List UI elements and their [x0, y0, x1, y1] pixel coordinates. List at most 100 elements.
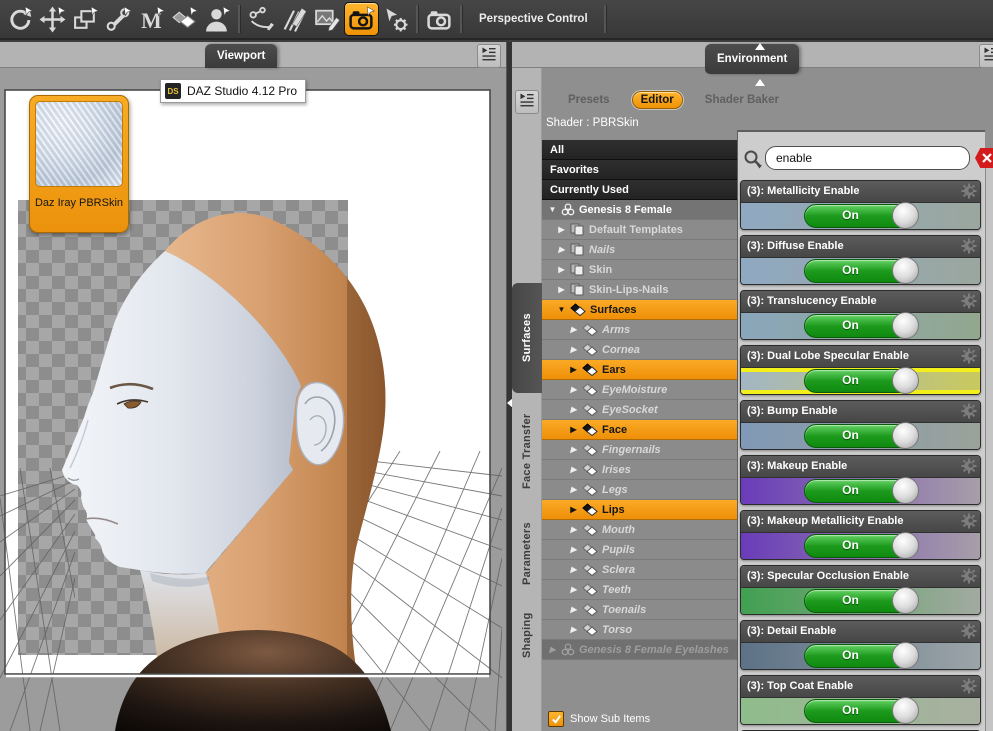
on-off-toggle[interactable]: On — [803, 642, 919, 669]
toggle-knob[interactable] — [891, 367, 919, 394]
tree-row-nails[interactable]: ▶ Nails — [542, 240, 737, 260]
side-tab-surfaces[interactable]: Surfaces — [512, 283, 542, 393]
property-slider-track[interactable]: On — [741, 477, 980, 504]
image-edit-tool-button[interactable] — [311, 3, 344, 35]
toggle-knob[interactable] — [891, 257, 919, 284]
tab-viewport[interactable]: Viewport — [205, 44, 278, 68]
tree-row-face[interactable]: ▶ Face — [542, 420, 737, 440]
collapsed-arrow-icon[interactable]: ▶ — [569, 545, 578, 554]
collapsed-arrow-icon[interactable]: ▶ — [569, 605, 578, 614]
property-slider-track[interactable]: On — [741, 257, 980, 284]
collapsed-arrow-icon[interactable]: ▶ — [548, 645, 557, 654]
tree-row-default-templates[interactable]: ▶ Default Templates — [542, 220, 737, 240]
toggle-knob[interactable] — [891, 202, 919, 229]
tree-row-currently-used[interactable]: Currently Used — [542, 180, 737, 200]
side-tab-shaping[interactable]: Shaping — [515, 602, 539, 669]
tree-row-teeth[interactable]: ▶ Teeth — [542, 580, 737, 600]
gear-icon[interactable] — [961, 678, 977, 694]
on-off-toggle[interactable]: On — [803, 312, 919, 339]
tree-row-eyesocket[interactable]: ▶ EyeSocket — [542, 400, 737, 420]
tree-row-skin-lips-nails[interactable]: ▶ Skin-Lips-Nails — [542, 280, 737, 300]
tree-row-toenails[interactable]: ▶ Toenails — [542, 600, 737, 620]
toggle-knob[interactable] — [891, 532, 919, 559]
gear-icon[interactable] — [961, 513, 977, 529]
figure-tool-button[interactable] — [201, 3, 234, 35]
shader-preset-card[interactable]: Daz Iray PBRSkin — [29, 95, 129, 233]
gear-icon[interactable] — [961, 348, 977, 364]
translate-tool-button[interactable] — [36, 3, 69, 35]
properties-scrollbar[interactable] — [985, 156, 993, 731]
property-slider-track[interactable]: On — [741, 697, 980, 724]
search-filter-icon[interactable] — [742, 148, 764, 170]
property-slider-track[interactable]: On — [741, 367, 980, 394]
on-off-toggle[interactable]: On — [803, 587, 919, 614]
scale-tool-button[interactable] — [69, 3, 102, 35]
tree-row-arms[interactable]: ▶ Arms — [542, 320, 737, 340]
collapsed-arrow-icon[interactable]: ▶ — [557, 285, 566, 294]
toggle-knob[interactable] — [891, 477, 919, 504]
collapsed-arrow-icon[interactable]: ▶ — [569, 465, 578, 474]
collapsed-arrow-icon[interactable]: ▶ — [557, 225, 566, 234]
surfaces-panel-menu-button[interactable] — [515, 90, 539, 114]
on-off-toggle[interactable]: On — [803, 367, 919, 394]
gear-icon[interactable] — [961, 183, 977, 199]
on-off-toggle[interactable]: On — [803, 532, 919, 559]
tree-row-pupils[interactable]: ▶ Pupils — [542, 540, 737, 560]
collapsed-arrow-icon[interactable]: ▶ — [569, 365, 578, 374]
toggle-knob[interactable] — [891, 422, 919, 449]
environment-panel-menu-button[interactable] — [979, 44, 993, 68]
on-off-toggle[interactable]: On — [803, 477, 919, 504]
camera-tool-button[interactable] — [423, 3, 456, 35]
tree-row-torso[interactable]: ▶ Torso — [542, 620, 737, 640]
tree-row-lips[interactable]: ▶ Lips — [542, 500, 737, 520]
rotate-tool-button[interactable] — [3, 3, 36, 35]
pointer-gear-tool-button[interactable] — [379, 3, 412, 35]
collapsed-arrow-icon[interactable]: ▶ — [569, 405, 578, 414]
tab-environment[interactable]: Environment — [705, 44, 800, 74]
tab-editor[interactable]: Editor — [631, 91, 683, 109]
tab-shader-baker[interactable]: Shader Baker — [697, 92, 787, 108]
tree-row-sclera[interactable]: ▶ Sclera — [542, 560, 737, 580]
on-off-toggle[interactable]: On — [803, 202, 919, 229]
collapsed-arrow-icon[interactable]: ▶ — [569, 325, 578, 334]
tree-row-mouth[interactable]: ▶ Mouth — [542, 520, 737, 540]
property-slider-track[interactable]: On — [741, 312, 980, 339]
collapsed-arrow-icon[interactable]: ▶ — [569, 565, 578, 574]
tree-row-fingernails[interactable]: ▶ Fingernails — [542, 440, 737, 460]
tree-row-ears[interactable]: ▶ Ears — [542, 360, 737, 380]
tree-row-genesis-8-female[interactable]: ▼ Genesis 8 Female — [542, 200, 737, 220]
toggle-knob[interactable] — [891, 587, 919, 614]
collapsed-arrow-icon[interactable]: ▶ — [569, 445, 578, 454]
tree-row-irises[interactable]: ▶ Irises — [542, 460, 737, 480]
viewport-panel-menu-button[interactable] — [477, 44, 501, 68]
side-tab-face-transfer[interactable]: Face Transfer — [515, 396, 539, 506]
clear-search-button[interactable] — [975, 148, 993, 168]
show-sub-items-checkbox[interactable] — [548, 711, 564, 727]
expanded-arrow-icon[interactable]: ▼ — [557, 305, 566, 314]
gear-icon[interactable] — [961, 403, 977, 419]
tab-presets[interactable]: Presets — [560, 92, 618, 108]
brush-tool-button[interactable] — [278, 3, 311, 35]
collapsed-arrow-icon[interactable]: ▶ — [557, 245, 566, 254]
property-slider-track[interactable]: On — [741, 202, 980, 229]
gear-icon[interactable] — [961, 623, 977, 639]
tree-row-favorites[interactable]: Favorites — [542, 160, 737, 180]
tree-row-surfaces[interactable]: ▼ Surfaces — [542, 300, 737, 320]
toggle-knob[interactable] — [891, 312, 919, 339]
toggle-knob[interactable] — [891, 697, 919, 724]
collapsed-arrow-icon[interactable]: ▶ — [569, 585, 578, 594]
property-slider-track[interactable]: On — [741, 587, 980, 614]
on-off-toggle[interactable]: On — [803, 422, 919, 449]
geometry-tool-button[interactable] — [245, 3, 278, 35]
tree-row-skin[interactable]: ▶ Skin — [542, 260, 737, 280]
tree-row-eyemoisture[interactable]: ▶ EyeMoisture — [542, 380, 737, 400]
tree-row-legs[interactable]: ▶ Legs — [542, 480, 737, 500]
viewport-3d-view[interactable]: Daz Iray PBRSkin DS DAZ Studio 4.12 Pro — [0, 68, 506, 731]
gear-icon[interactable] — [961, 238, 977, 254]
camera-tool-button[interactable] — [344, 2, 379, 36]
property-slider-track[interactable]: On — [741, 422, 980, 449]
search-input[interactable] — [765, 146, 970, 170]
collapsed-arrow-icon[interactable]: ▶ — [569, 485, 578, 494]
collapsed-arrow-icon[interactable]: ▶ — [557, 265, 566, 274]
tree-row-all[interactable]: All — [542, 140, 737, 160]
